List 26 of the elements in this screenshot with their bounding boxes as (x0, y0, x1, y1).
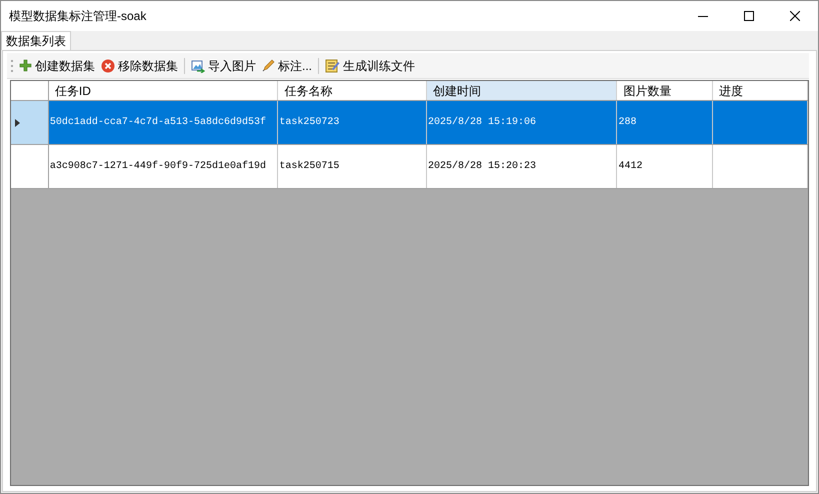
table-cell-text: task250715 (279, 160, 340, 174)
table-cell-text: 2025/8/28 15:20:23 (428, 160, 536, 174)
table-cell-text: 288 (618, 116, 636, 130)
close-icon (790, 11, 800, 21)
table-row[interactable]: 50dc1add-cca7-4c7d-a513-5a8dc6d9d53f task250723 2025/8/28 15:19:06 288 (11, 101, 808, 145)
table-cell-text: 4412 (618, 160, 642, 174)
table-cell-text: 50dc1add-cca7-4c7d-a513-5a8dc6d9d53f (50, 116, 266, 130)
toolbar-button[interactable]: 标注... (262, 56, 312, 74)
plus-icon (19, 59, 32, 72)
toolbar-button[interactable]: 生成训练文件 (325, 56, 416, 74)
table-cell-text: task250723 (279, 116, 340, 130)
table-cell-text: a3c908c7-1271-449f-90f9-725d1e0af19d (50, 160, 266, 174)
toolbar-button[interactable]: 导入图片 (191, 56, 256, 74)
toolbar-button[interactable]: 移除数据集 (101, 56, 178, 74)
window-title: 模型数据集标注管理-soak (8, 8, 148, 25)
remove-icon (101, 58, 115, 72)
notepad-icon (325, 58, 340, 72)
tab[interactable]: 数据集列表 (1, 31, 71, 50)
table-cell-text: 2025/8/28 15:19:06 (428, 116, 536, 130)
row-pointer-icon (15, 118, 20, 126)
maximize-icon (744, 11, 754, 21)
toolbar-button[interactable]: 创建数据集 (19, 56, 95, 74)
pencil-icon (262, 59, 275, 72)
table-row[interactable]: a3c908c7-1271-449f-90f9-725d1e0af19d task250715 2025/8/28 15:20:23 4412 (11, 145, 808, 189)
image-import-icon (191, 58, 205, 72)
column-header[interactable]: 创建时间 (426, 81, 618, 100)
